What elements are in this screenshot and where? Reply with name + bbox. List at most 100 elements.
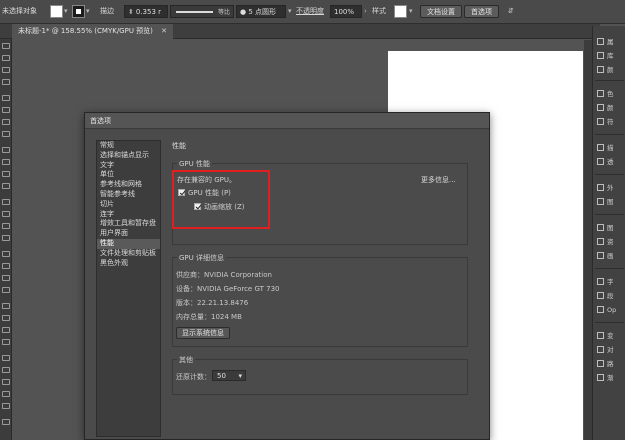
scale-tool-icon[interactable] (2, 223, 10, 229)
stroke-dropdown-icon[interactable]: ▾ (86, 5, 90, 18)
stroke-style-select[interactable]: 等比 (170, 5, 234, 18)
blend-tool-icon[interactable] (2, 327, 10, 333)
category-units[interactable]: 单位 (97, 170, 160, 180)
arrange-icon[interactable]: ⇵ (508, 5, 514, 18)
style-dropdown-icon[interactable]: ▾ (409, 5, 413, 18)
opentype-panel-button[interactable]: Op (597, 304, 625, 316)
symbol-sprayer-tool-icon[interactable] (2, 339, 10, 345)
preferences-button[interactable]: 首选项 (464, 5, 499, 18)
slice-tool-icon[interactable] (2, 379, 10, 385)
transform-panel-button[interactable]: 变 (597, 330, 625, 342)
swatches-panel-button[interactable]: 颜 (597, 102, 625, 114)
stroke-panel-button[interactable]: 描 (597, 142, 625, 154)
shape-builder-tool-icon[interactable] (2, 263, 10, 269)
category-general[interactable]: 常规 (97, 141, 160, 151)
fill-swatch[interactable] (50, 5, 63, 18)
properties-panel-button[interactable]: 属 (597, 36, 625, 48)
pencil-tool-icon[interactable] (2, 183, 10, 189)
lasso-tool-icon[interactable] (2, 79, 10, 85)
asset-export-panel-button[interactable]: 资 (597, 236, 625, 248)
category-smart-guides[interactable]: 智能参考线 (97, 190, 160, 200)
hand-tool-icon[interactable] (2, 391, 10, 397)
category-plugins-scratch[interactable]: 增效工具和暂存盘 (97, 219, 160, 229)
align-panel-button[interactable]: 对 (597, 344, 625, 356)
eraser-tool-icon[interactable] (2, 199, 10, 205)
selection-tool-icon[interactable] (2, 43, 10, 49)
undo-count-value: 50 (217, 372, 226, 380)
document-tab-label: 未标题-1* @ 158.55% (CMYK/GPU 预览) (18, 27, 153, 35)
graphic-styles-panel-button[interactable]: 图 (597, 196, 625, 208)
paragraph-panel-button[interactable]: 段 (597, 290, 625, 302)
libraries-panel-button[interactable]: 库 (597, 50, 625, 62)
category-slices[interactable]: 切片 (97, 200, 160, 210)
chevron-down-icon: ▾ (238, 372, 242, 380)
stroke-swatch[interactable] (72, 5, 85, 18)
zoom-tool-icon[interactable] (2, 403, 10, 409)
opacity-input[interactable]: 100% (330, 5, 362, 18)
document-tab[interactable]: 未标题-1* @ 158.55% (CMYK/GPU 预览) ✕ (12, 24, 174, 39)
align-icon (597, 346, 604, 353)
column-graph-tool-icon[interactable] (2, 355, 10, 361)
gradient-panel-button[interactable]: 渐 (597, 372, 625, 384)
line-tool-icon[interactable] (2, 131, 10, 137)
paintbrush-tool-icon[interactable] (2, 159, 10, 165)
stroke-weight-input[interactable]: ⬍ 0.353 r (124, 5, 168, 18)
style-swatch[interactable] (394, 5, 407, 18)
gradient-tool-icon[interactable] (2, 303, 10, 309)
artboard-tool-icon[interactable] (2, 367, 10, 373)
category-hyphenation[interactable]: 连字 (97, 210, 160, 220)
color-panel-button[interactable]: 颜 (597, 64, 625, 76)
stroke-icon (597, 144, 604, 151)
perspective-grid-tool-icon[interactable] (2, 275, 10, 281)
character-icon (597, 278, 604, 285)
transparency-panel-button[interactable]: 透 (597, 156, 625, 168)
appearance-panel-button[interactable]: 外 (597, 182, 625, 194)
brush-select[interactable]: ● 5 点圆形 (236, 5, 286, 18)
artboards-panel-button[interactable]: 画 (597, 250, 625, 262)
dialog-title: 首选项 (85, 113, 489, 129)
opacity-dropdown-icon[interactable]: › (364, 5, 367, 18)
document-tab-bar: 未标题-1* @ 158.55% (CMYK/GPU 预览) ✕ (0, 24, 600, 39)
category-performance[interactable]: 性能 (97, 238, 160, 249)
color-guide-panel-button[interactable]: 色 (597, 88, 625, 100)
rotate-tool-icon[interactable] (2, 211, 10, 217)
symbols-panel-button[interactable]: 符 (597, 116, 625, 128)
fill-stroke-icon[interactable] (2, 419, 10, 425)
curvature-tool-icon[interactable] (2, 107, 10, 113)
pen-tool-icon[interactable] (2, 95, 10, 101)
category-file-handling[interactable]: 文件处理和剪贴板 (97, 249, 160, 259)
category-black-appearance[interactable]: 黑色外观 (97, 259, 160, 269)
document-setup-button[interactable]: 文档设置 (420, 5, 462, 18)
type-tool-icon[interactable] (2, 119, 10, 125)
width-tool-icon[interactable] (2, 235, 10, 241)
free-transform-tool-icon[interactable] (2, 251, 10, 257)
rectangle-tool-icon[interactable] (2, 147, 10, 153)
character-panel-button[interactable]: 字 (597, 276, 625, 288)
more-info-link[interactable]: 更多信息... (421, 175, 456, 185)
gpu-vendor: 供应商：NVIDIA Corporation (176, 271, 272, 279)
brush-dot-icon: ● (240, 8, 247, 16)
undo-count-select[interactable]: 50 ▾ (212, 370, 246, 381)
opacity-label[interactable]: 不透明度 (296, 5, 324, 18)
pathfinder-panel-button[interactable]: 路 (597, 358, 625, 370)
stepper-icon: ⬍ (128, 8, 134, 16)
fill-dropdown-icon[interactable]: ▾ (64, 5, 68, 18)
gpu-version: 版本：22.21.13.8476 (176, 299, 249, 307)
eyedropper-tool-icon[interactable] (2, 315, 10, 321)
category-type[interactable]: 文字 (97, 161, 160, 171)
direct-selection-tool-icon[interactable] (2, 55, 10, 61)
shaper-tool-icon[interactable] (2, 171, 10, 177)
show-system-info-button[interactable]: 显示系统信息 (176, 327, 230, 339)
category-guides-grid[interactable]: 参考线和网格 (97, 180, 160, 190)
layers-panel-button[interactable]: 图 (597, 222, 625, 234)
vertical-scrollbar[interactable] (584, 40, 592, 440)
undo-count-label: 还原计数： (176, 373, 211, 381)
gpu-details-label: GPU 详细信息 (177, 253, 226, 263)
category-user-interface[interactable]: 用户界面 (97, 229, 160, 239)
magic-wand-tool-icon[interactable] (2, 67, 10, 73)
category-selection-anchor[interactable]: 选择和锚点显示 (97, 151, 160, 161)
mesh-tool-icon[interactable] (2, 287, 10, 293)
brush-dropdown-icon[interactable]: ▾ (288, 5, 292, 18)
close-icon[interactable]: ✕ (161, 27, 167, 35)
stroke-style-label: 等比 (217, 9, 230, 16)
